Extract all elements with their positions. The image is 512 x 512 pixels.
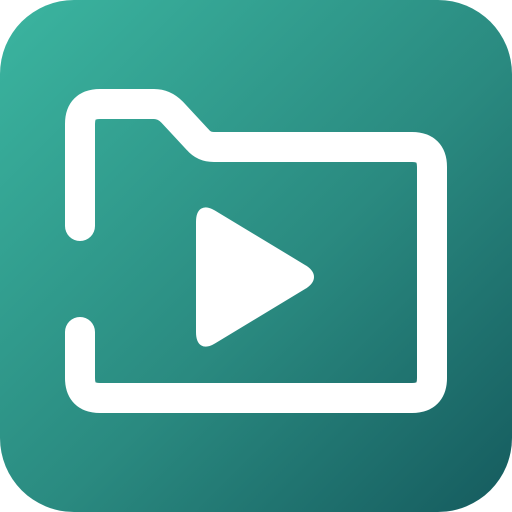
app-icon[interactable]: [0, 0, 512, 512]
app-icon-graphic: [0, 0, 512, 512]
